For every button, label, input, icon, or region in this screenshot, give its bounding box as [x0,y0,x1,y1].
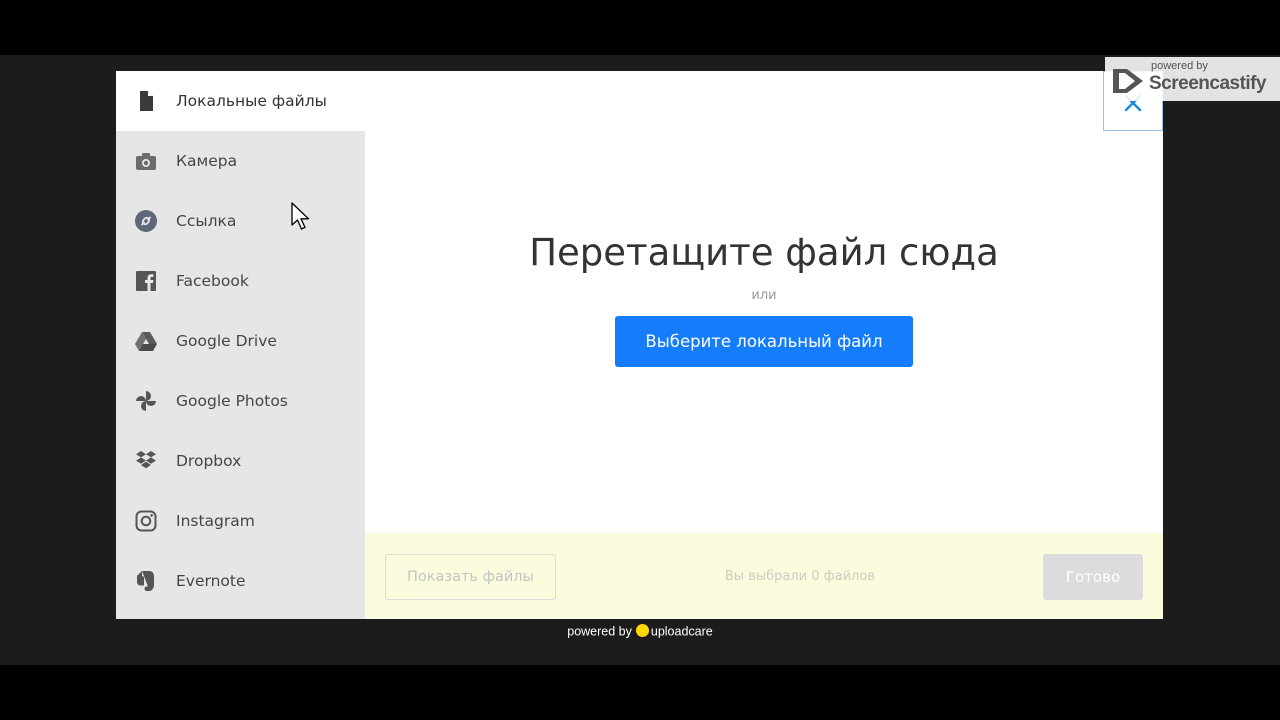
tab-label: Локальные файлы [176,92,327,110]
tab-label: Камера [176,152,238,170]
drop-title: Перетащите файл сюда [529,231,999,274]
tab-link[interactable]: Ссылка [116,191,365,251]
google-drive-icon [135,332,157,351]
tab-local-files[interactable]: Локальные файлы [116,71,365,131]
camera-icon [136,153,156,170]
instagram-icon [135,510,157,532]
tab-label: Dropbox [176,452,242,470]
tab-google-drive[interactable]: Google Drive [116,311,365,371]
screencastify-watermark: powered by Screencastify [1105,57,1280,101]
watermark-caption: powered by [1151,60,1208,72]
upload-dialog: Локальные файлы Камера Ссылка Facebook G… [116,71,1163,619]
evernote-icon [137,571,154,591]
tab-label: Facebook [176,272,249,290]
drop-area[interactable]: Перетащите файл сюда или Выберите локаль… [365,71,1163,619]
tab-facebook[interactable]: Facebook [116,251,365,311]
uploadcare-logo-icon [635,624,649,638]
file-icon [140,91,153,111]
choose-local-file-button[interactable]: Выберите локальный файл [615,316,913,367]
link-icon [135,210,157,232]
screencastify-logo-icon [1113,69,1143,93]
tab-evernote[interactable]: Evernote [116,551,365,611]
or-separator: или [751,288,777,303]
watermark-brand: Screencastify [1149,73,1267,94]
done-button[interactable]: Готово [1043,554,1143,600]
powered-by-prefix: powered by [567,624,632,639]
show-files-button[interactable]: Показать файлы [385,554,556,600]
powered-by-uploadcare[interactable]: powered by uploadcare [0,624,1280,639]
tab-label: Google Photos [176,392,288,410]
facebook-icon [136,271,156,291]
source-sidebar: Локальные файлы Камера Ссылка Facebook G… [116,71,365,619]
tab-instagram[interactable]: Instagram [116,491,365,551]
tab-dropbox[interactable]: Dropbox [116,431,365,491]
tab-label: Ссылка [176,212,237,230]
dropbox-icon [136,451,156,469]
mouse-cursor-icon [291,202,310,230]
google-photos-icon [136,391,156,411]
powered-by-brand: uploadcare [650,624,713,639]
tab-label: Instagram [176,512,255,530]
dialog-footer: Показать файлы Вы выбрали 0 файлов Готов… [365,533,1163,619]
tab-label: Evernote [176,572,246,590]
tab-google-photos[interactable]: Google Photos [116,371,365,431]
tab-camera[interactable]: Камера [116,131,365,191]
selection-status: Вы выбрали 0 файлов [724,569,876,584]
tab-label: Google Drive [176,332,277,350]
